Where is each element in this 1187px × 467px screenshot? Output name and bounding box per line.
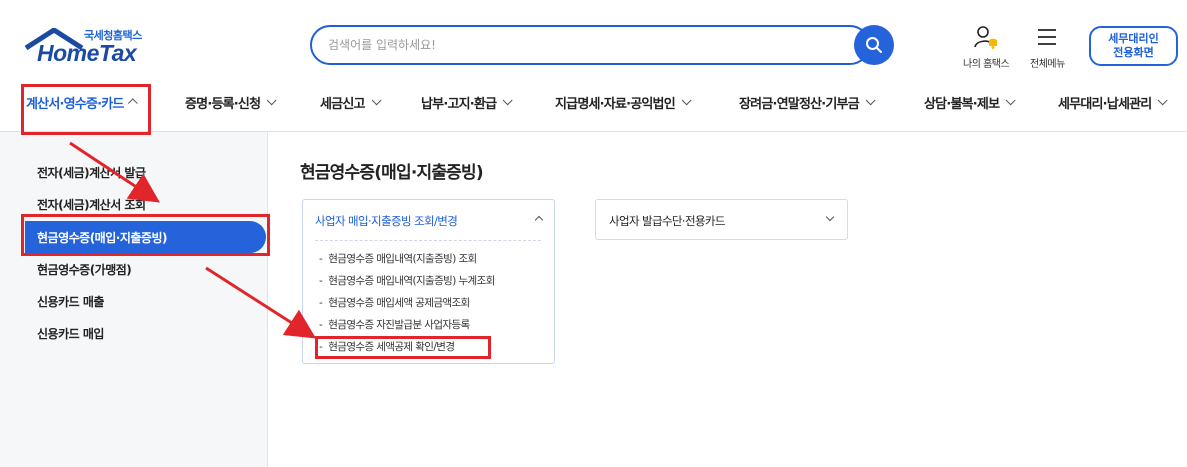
annotation-box-side: [21, 214, 270, 256]
side-item-cash-receipt-merchant[interactable]: 현금영수증(가맹점): [0, 253, 268, 285]
chevron-down-icon: [681, 94, 692, 105]
chevron-down-icon: [825, 212, 835, 222]
gnb-label: 지급명세·자료·공익법인: [555, 96, 676, 112]
panel-issuance-card-title: 사업자 발급수단·전용카드: [609, 214, 725, 228]
side-item-credit-card-purchase[interactable]: 신용카드 매입: [0, 317, 268, 349]
panel-divider: [315, 240, 541, 241]
menu-link-label: 현금영수증 매입내역(지출증빙) 누계조회: [328, 275, 495, 287]
main-nav: 계산서·영수증·카드 증명·등록·신청 세금신고 납부·고지·환급 지급명세·자…: [0, 88, 1187, 118]
user-bell-icon: [974, 26, 998, 49]
side-item-label: 신용카드 매출: [37, 294, 104, 309]
gnb-label: 증명·등록·신청: [185, 96, 261, 112]
chevron-down-icon: [266, 94, 277, 105]
page-title: 현금영수증(매입·지출증빙): [300, 163, 484, 183]
chevron-down-icon: [371, 94, 382, 105]
search-bar: [310, 25, 894, 65]
tax-agent-label-line2: 전용화면: [1113, 46, 1154, 59]
side-item-label: 신용카드 매입: [37, 326, 104, 341]
gnb-item-incentive-yearend[interactable]: 장려금·연말정산·기부금: [739, 88, 876, 116]
side-item-credit-card-sales[interactable]: 신용카드 매출: [0, 285, 268, 317]
side-item-einvoice-issue[interactable]: 전자(세금)계산서 발급: [0, 156, 268, 188]
chevron-up-icon[interactable]: [534, 215, 544, 225]
panel-issuance-card[interactable]: 사업자 발급수단·전용카드: [595, 199, 848, 240]
my-hometax-button[interactable]: 나의 홈택스: [963, 24, 1010, 70]
search-input[interactable]: [310, 25, 870, 65]
search-icon: [866, 37, 882, 53]
chevron-down-icon: [502, 94, 513, 105]
menu-link-deduction-amount[interactable]: - 현금영수증 매입세액 공제금액조회: [319, 295, 470, 310]
gnb-item-consult-report[interactable]: 상담·불복·제보: [924, 88, 1016, 116]
tax-agent-label-line1: 세무대리인: [1108, 32, 1159, 45]
gnb-label: 장려금·연말정산·기부금: [739, 96, 860, 112]
menu-link-label: 현금영수증 매입세액 공제금액조회: [328, 297, 470, 309]
side-item-label: 전자(세금)계산서 발급: [37, 165, 146, 180]
gnb-label: 세금신고: [320, 96, 365, 112]
gnb-item-tax-agent[interactable]: 세무대리·납세관리: [1058, 88, 1168, 116]
menu-link-label: 현금영수증 자진발급분 사업자등록: [328, 319, 470, 331]
menu-link-label: 현금영수증 매입내역(지출증빙) 조회: [328, 253, 477, 265]
gnb-item-payment-statement[interactable]: 지급명세·자료·공익법인: [555, 88, 692, 116]
panel-purchase-inquiry-title[interactable]: 사업자 매입·지출증빙 조회/변경: [315, 213, 458, 229]
my-hometax-label: 나의 홈택스: [963, 59, 1010, 70]
annotation-box-target: [315, 336, 491, 359]
gnb-item-certificate-registration[interactable]: 증명·등록·신청: [185, 88, 277, 116]
hamburger-icon: [1038, 29, 1057, 45]
gnb-label: 세무대리·납세관리: [1058, 96, 1152, 112]
gnb-label: 납부·고지·환급: [421, 96, 497, 112]
hometax-logo[interactable]: 국세청홈택스 HomeTax: [24, 26, 164, 70]
gnb-label: 상담·불복·제보: [924, 96, 1000, 112]
all-menu-button[interactable]: 전체메뉴: [1030, 24, 1065, 70]
menu-link-self-issue-register[interactable]: - 현금영수증 자진발급분 사업자등록: [319, 317, 470, 332]
logo-text: HomeTax: [37, 40, 137, 66]
chevron-down-icon: [1005, 94, 1016, 105]
gnb-item-payment-refund[interactable]: 납부·고지·환급: [421, 88, 513, 116]
annotation-box-gnb: [21, 84, 151, 135]
side-item-label: 전자(세금)계산서 조회: [37, 197, 146, 212]
chevron-down-icon: [865, 94, 876, 105]
all-menu-label: 전체메뉴: [1030, 59, 1065, 70]
menu-link-purchase-history[interactable]: - 현금영수증 매입내역(지출증빙) 조회: [319, 251, 477, 266]
gnb-item-tax-return[interactable]: 세금신고: [320, 88, 382, 116]
menu-link-purchase-cumulative[interactable]: - 현금영수증 매입내역(지출증빙) 누계조회: [319, 273, 495, 288]
side-item-label: 현금영수증(가맹점): [37, 262, 132, 277]
chevron-down-icon: [1158, 94, 1168, 105]
tax-agent-screen-button[interactable]: 세무대리인 전용화면: [1089, 26, 1178, 66]
side-menu: 전자(세금)계산서 발급 전자(세금)계산서 조회 현금영수증(매입·지출증빙)…: [0, 132, 268, 467]
search-button[interactable]: [854, 25, 894, 65]
